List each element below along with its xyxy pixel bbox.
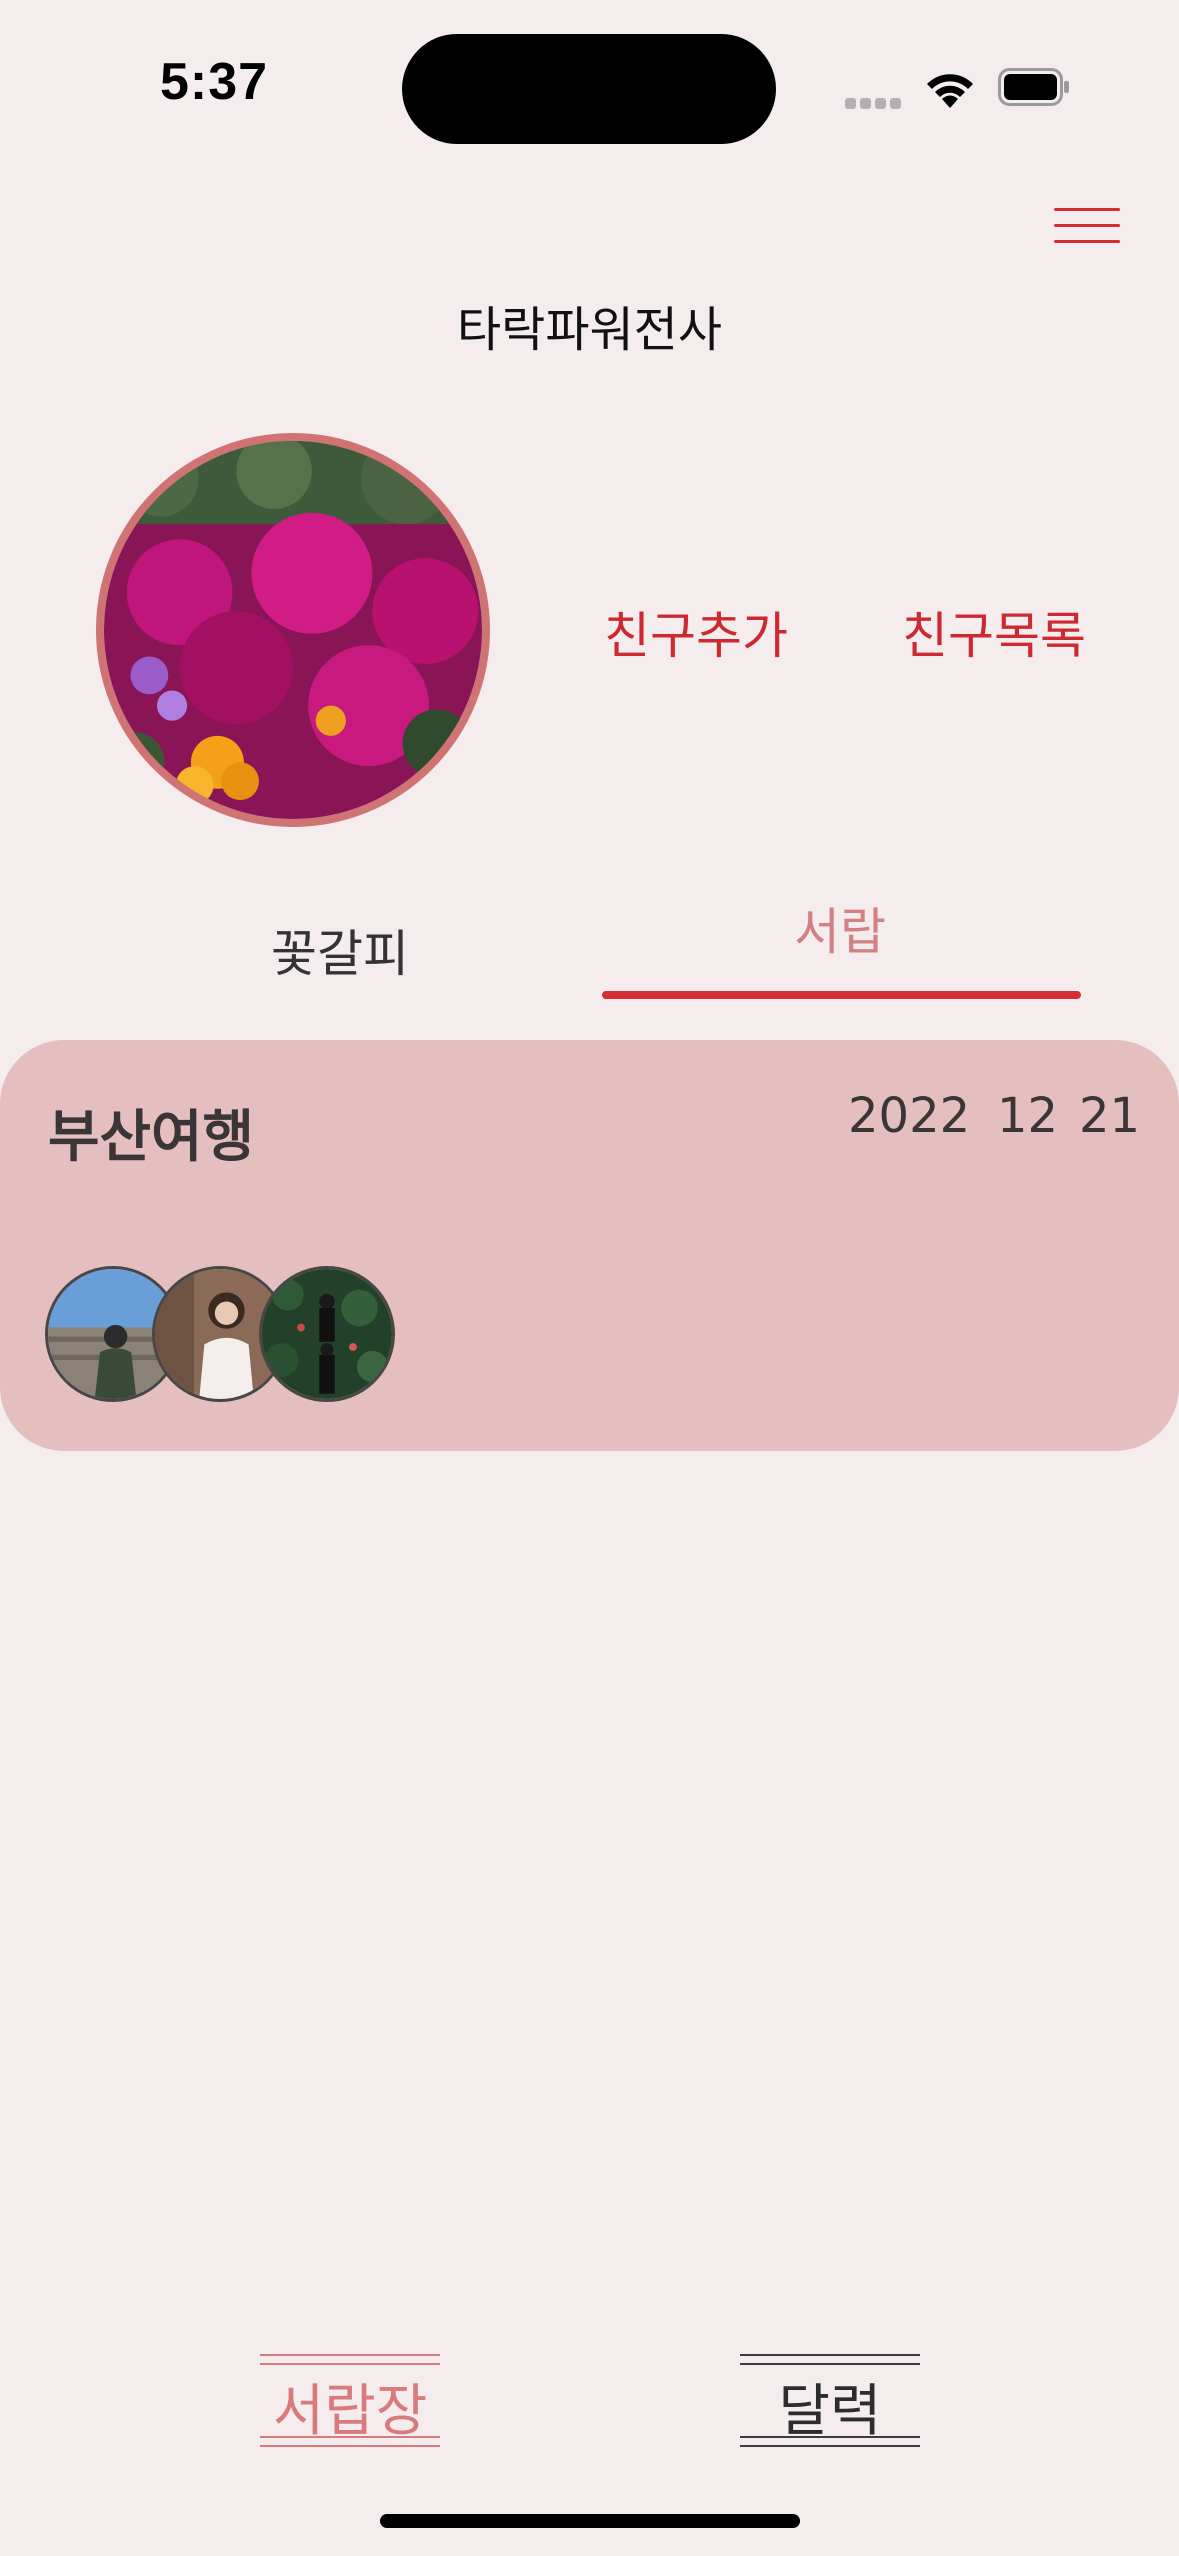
status-time: 5:37 [160,53,269,111]
tab-bookmark[interactable]: 꽃갈피 [200,914,480,986]
tab-drawer[interactable]: 서랍 [700,892,980,964]
profile-avatar[interactable] [96,433,490,827]
nav-drawer-label: 서랍장 [272,2379,428,2444]
friend-avatar-3 [259,1266,395,1402]
add-friend-button[interactable]: 친구추가 [604,596,788,668]
nav-drawer-button[interactable]: 서랍장 [260,2354,440,2448]
hamburger-menu-icon[interactable] [1054,208,1120,248]
profile-nickname: 타락파워전사 [457,302,722,358]
album-date-year: 2022 [848,1088,971,1144]
nav-calendar-label: 달력 [778,2379,882,2444]
tab-selected-indicator [602,991,1081,999]
friend-list-button[interactable]: 친구목록 [902,596,1086,668]
dynamic-island [402,34,776,144]
cellular-signal-icon [845,94,905,109]
album-date-day: 21 [1079,1088,1141,1144]
album-title: 부산여행 [48,1105,255,1170]
wifi-icon [922,66,978,110]
home-indicator[interactable] [380,2514,800,2528]
nav-calendar-button[interactable]: 달력 [740,2354,920,2448]
album-date-month: 12 [997,1088,1059,1144]
battery-icon [998,68,1070,106]
